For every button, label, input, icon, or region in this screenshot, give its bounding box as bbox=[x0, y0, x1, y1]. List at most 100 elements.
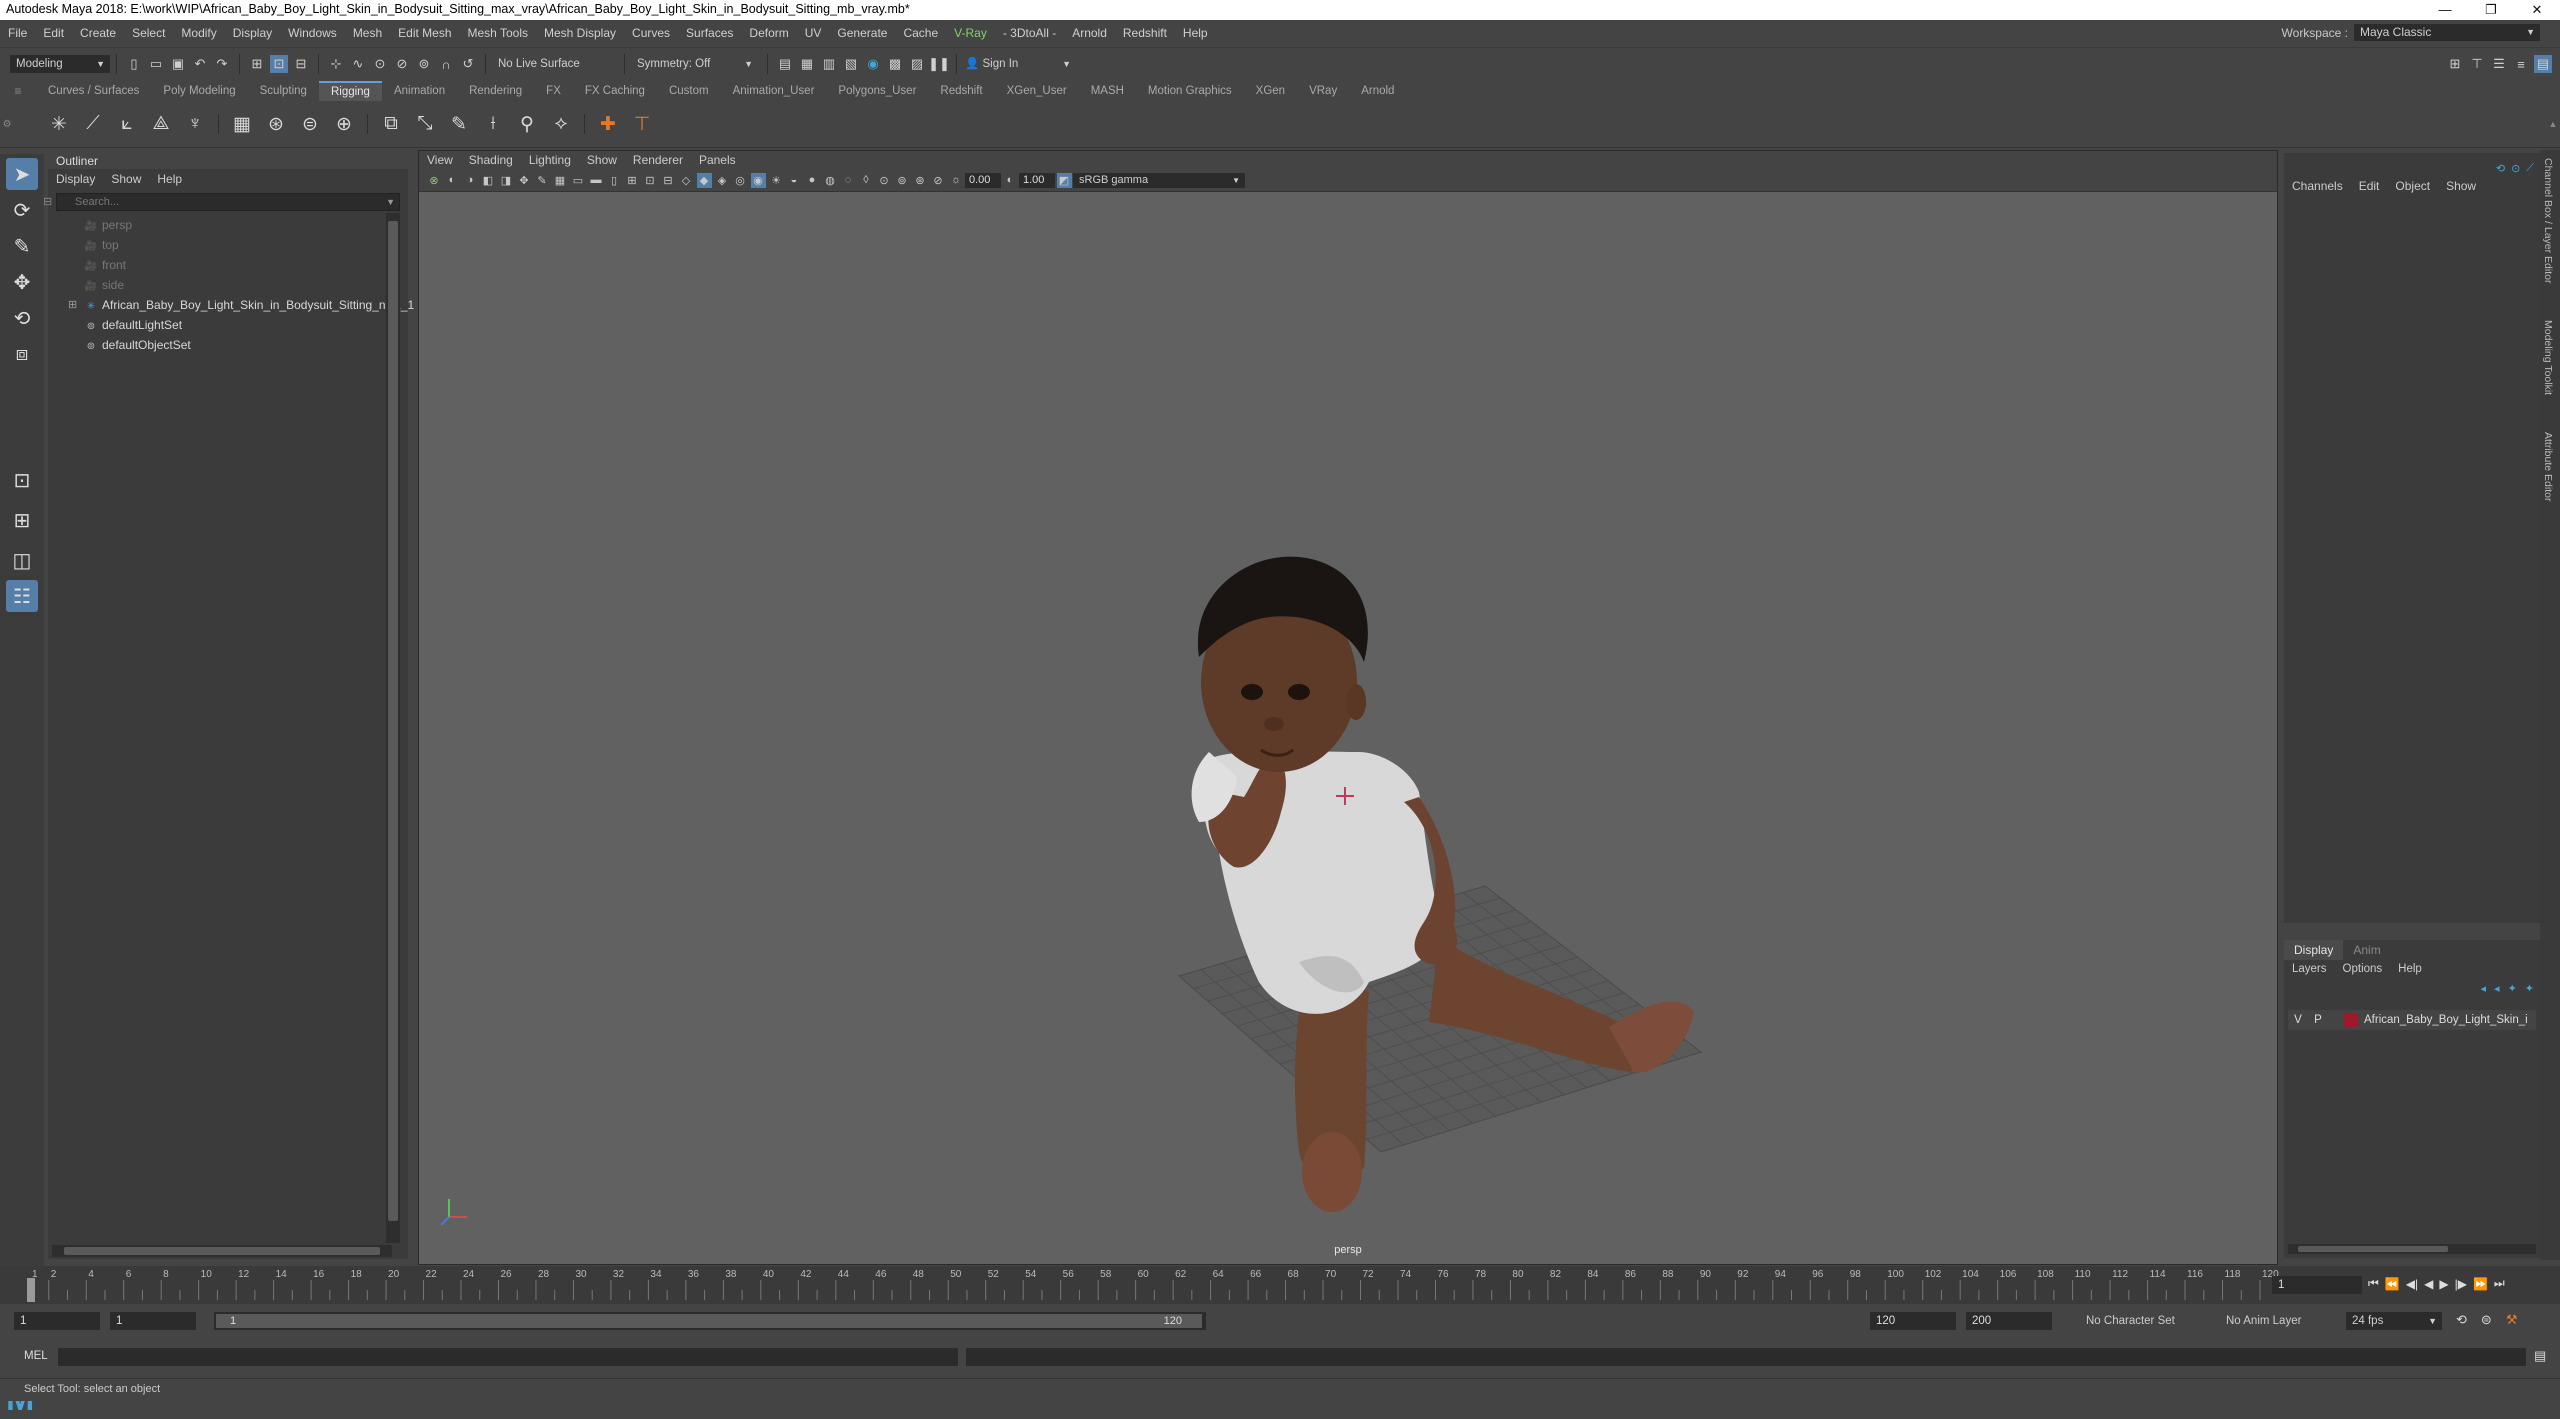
outliner-menu-show[interactable]: Show bbox=[103, 172, 149, 186]
use-all-lights-icon[interactable]: ☀ bbox=[769, 173, 784, 188]
shelf-scroll-icon[interactable]: ▲ bbox=[2546, 119, 2560, 129]
aim-constraint-icon[interactable]: ⊤ bbox=[628, 110, 656, 138]
outliner-menu-help[interactable]: Help bbox=[149, 172, 190, 186]
shelf-tab-vray[interactable]: VRay bbox=[1297, 81, 1349, 101]
menu-file[interactable]: File bbox=[0, 20, 35, 46]
viewport-menu-view[interactable]: View bbox=[419, 151, 461, 169]
symmetry-dropdown[interactable]: Symmetry: Off ▼ bbox=[631, 55, 761, 73]
rotate-tool-icon[interactable]: ⟲ bbox=[6, 302, 38, 334]
create-joints-icon[interactable]: ✳ bbox=[45, 110, 73, 138]
step-forward-frame-icon[interactable]: |▶ bbox=[2455, 1277, 2467, 1291]
use-default-material-icon[interactable]: ◈ bbox=[715, 173, 730, 188]
screen-space-ao-icon[interactable]: ● bbox=[805, 173, 820, 188]
scene-start-field[interactable]: 1 bbox=[14, 1312, 100, 1330]
mirror-weights-icon[interactable]: ⟊ bbox=[479, 110, 507, 138]
loop-icon[interactable]: ⟲ bbox=[2456, 1312, 2467, 1328]
menu-windows[interactable]: Windows bbox=[280, 20, 345, 46]
shelf-tab-animation-user[interactable]: Animation_User bbox=[721, 81, 827, 101]
viewport-panel[interactable]: View Shading Lighting Show Renderer Panels ⊗ … bbox=[418, 150, 2278, 1265]
quick-rig-icon[interactable]: ♆ bbox=[181, 110, 209, 138]
attribute-filter-icon[interactable]: ⊙ bbox=[2511, 162, 2520, 175]
sign-in-button[interactable]: 👤 Sign In ▼ bbox=[963, 55, 1075, 73]
go-to-start-icon[interactable]: ⏮ bbox=[2368, 1276, 2379, 1291]
menu-create[interactable]: Create bbox=[72, 20, 124, 46]
channel-speed-icon[interactable]: ⟋ bbox=[2526, 162, 2534, 175]
vray-render-icon[interactable]: ▩ bbox=[886, 55, 904, 73]
layer-menu-help[interactable]: Help bbox=[2390, 960, 2430, 978]
tab-attribute-editor[interactable]: Attribute Editor bbox=[2542, 432, 2554, 501]
range-slider-handle[interactable]: 1 120 bbox=[216, 1314, 1202, 1328]
gate-mask-icon[interactable]: ▯ bbox=[607, 173, 622, 188]
single-perspective-layout-icon[interactable]: ⊡ bbox=[6, 464, 38, 496]
open-scene-icon[interactable]: ▭ bbox=[147, 55, 165, 73]
toggle-attribute-editor-icon[interactable]: ⊤ bbox=[2468, 55, 2486, 73]
layer-playback-toggle[interactable]: P bbox=[2308, 1014, 2328, 1026]
hypershade-icon[interactable]: ◉ bbox=[864, 55, 882, 73]
lasso-tool-icon[interactable]: ⟳ bbox=[6, 194, 38, 226]
select-component-icon[interactable]: ⊟ bbox=[292, 55, 310, 73]
shelf-tab-fx[interactable]: FX bbox=[534, 81, 573, 101]
redo-icon[interactable]: ↷ bbox=[213, 55, 231, 73]
menu-uv[interactable]: UV bbox=[797, 20, 830, 46]
step-forward-key-icon[interactable]: ⏩ bbox=[2473, 1277, 2488, 1291]
shelf-tab-fx-caching[interactable]: FX Caching bbox=[573, 81, 657, 101]
pause-icon[interactable]: ❚❚ bbox=[928, 55, 950, 73]
outliner-scrollbar[interactable] bbox=[386, 213, 400, 1243]
outliner-item-front[interactable]: 🎥 front bbox=[48, 255, 408, 275]
shelf-tab-rendering[interactable]: Rendering bbox=[457, 81, 534, 101]
move-layer-down-icon[interactable]: ◂ bbox=[2494, 982, 2500, 995]
channel-menu-show[interactable]: Show bbox=[2438, 175, 2484, 197]
menu-edit[interactable]: Edit bbox=[35, 20, 72, 46]
motion-blur-icon[interactable]: ◍ bbox=[823, 173, 838, 188]
menu-select[interactable]: Select bbox=[124, 20, 173, 46]
channel-box-icon[interactable]: ⟲ bbox=[2496, 162, 2505, 175]
pose-editor-icon[interactable]: ⟡ bbox=[547, 110, 575, 138]
field-chart-icon[interactable]: ⊞ bbox=[625, 173, 640, 188]
shelf-tab-mash[interactable]: MASH bbox=[1079, 81, 1136, 101]
toggle-modeling-toolkit-icon[interactable]: ⊞ bbox=[2446, 55, 2464, 73]
viewport-menu-show[interactable]: Show bbox=[579, 151, 625, 169]
menu-display[interactable]: Display bbox=[225, 20, 280, 46]
four-view-layout-icon[interactable]: ⊞ bbox=[6, 504, 38, 536]
smooth-shade-icon[interactable]: ◆ bbox=[696, 172, 712, 188]
tab-display[interactable]: Display bbox=[2284, 940, 2344, 960]
menu-mesh[interactable]: Mesh bbox=[345, 20, 390, 46]
layer-row[interactable]: V P African_Baby_Boy_Light_Skin_i bbox=[2288, 1010, 2536, 1030]
menu-modify[interactable]: Modify bbox=[173, 20, 224, 46]
color-management-icon[interactable]: ◩ bbox=[1056, 172, 1072, 188]
shelf-tab-xgen-user[interactable]: XGen_User bbox=[995, 81, 1079, 101]
textured-icon[interactable]: ◉ bbox=[750, 172, 766, 188]
menu-v-ray[interactable]: V-Ray bbox=[946, 20, 995, 46]
move-tool-icon[interactable]: ✥ bbox=[6, 266, 38, 298]
time-slider[interactable]: 1 2 4 6 8 10 12 14 16 18 20 22 24 26 28 30 32 34 36 38 40 42 4… bbox=[0, 1266, 2560, 1304]
persp-outliner-layout-icon[interactable]: ◫ bbox=[6, 544, 38, 576]
viewport-menu-lighting[interactable]: Lighting bbox=[521, 151, 579, 169]
auto-key-icon[interactable]: ⊜ bbox=[2481, 1312, 2492, 1328]
tab-anim[interactable]: Anim bbox=[2343, 940, 2390, 960]
menu-curves[interactable]: Curves bbox=[624, 20, 678, 46]
shelf-tab-polygons-user[interactable]: Polygons_User bbox=[826, 81, 928, 101]
outliner-horizontal-scrollbar[interactable] bbox=[52, 1245, 392, 1257]
shelf-options-icon[interactable]: ⚙ bbox=[0, 119, 14, 130]
depth-of-field-icon[interactable]: ◊ bbox=[859, 173, 874, 188]
exposure-icon[interactable]: ☼ bbox=[949, 173, 964, 188]
menu-arnold[interactable]: Arnold bbox=[1064, 20, 1115, 46]
xray-icon[interactable]: ⊚ bbox=[895, 173, 910, 188]
go-to-end-icon[interactable]: ⏭ bbox=[2494, 1276, 2505, 1291]
shelf-tab-curves-surfaces[interactable]: Curves / Surfaces bbox=[36, 81, 151, 101]
scene-render[interactable] bbox=[419, 192, 2277, 1264]
character-set-dropdown[interactable]: No Character Set bbox=[2086, 1312, 2216, 1330]
cluster-icon[interactable]: ⊛ bbox=[262, 110, 290, 138]
menu-generate[interactable]: Generate bbox=[829, 20, 895, 46]
menu-edit-mesh[interactable]: Edit Mesh bbox=[390, 20, 459, 46]
smooth-bind-icon[interactable]: ⤡ bbox=[411, 110, 439, 138]
grid-icon[interactable]: ▦ bbox=[553, 173, 568, 188]
camera-lock-icon[interactable]: ⊗ bbox=[427, 173, 442, 188]
wrap-deformer-icon[interactable]: ⊜ bbox=[296, 110, 324, 138]
paint-select-tool-icon[interactable]: ✎ bbox=[6, 230, 38, 262]
channel-menu-edit[interactable]: Edit bbox=[2351, 175, 2388, 197]
shelf-tab-sculpting[interactable]: Sculpting bbox=[248, 81, 319, 101]
minimize-button[interactable]: — bbox=[2422, 0, 2468, 20]
undo-icon[interactable]: ↶ bbox=[191, 55, 209, 73]
menu-mesh-display[interactable]: Mesh Display bbox=[536, 20, 624, 46]
